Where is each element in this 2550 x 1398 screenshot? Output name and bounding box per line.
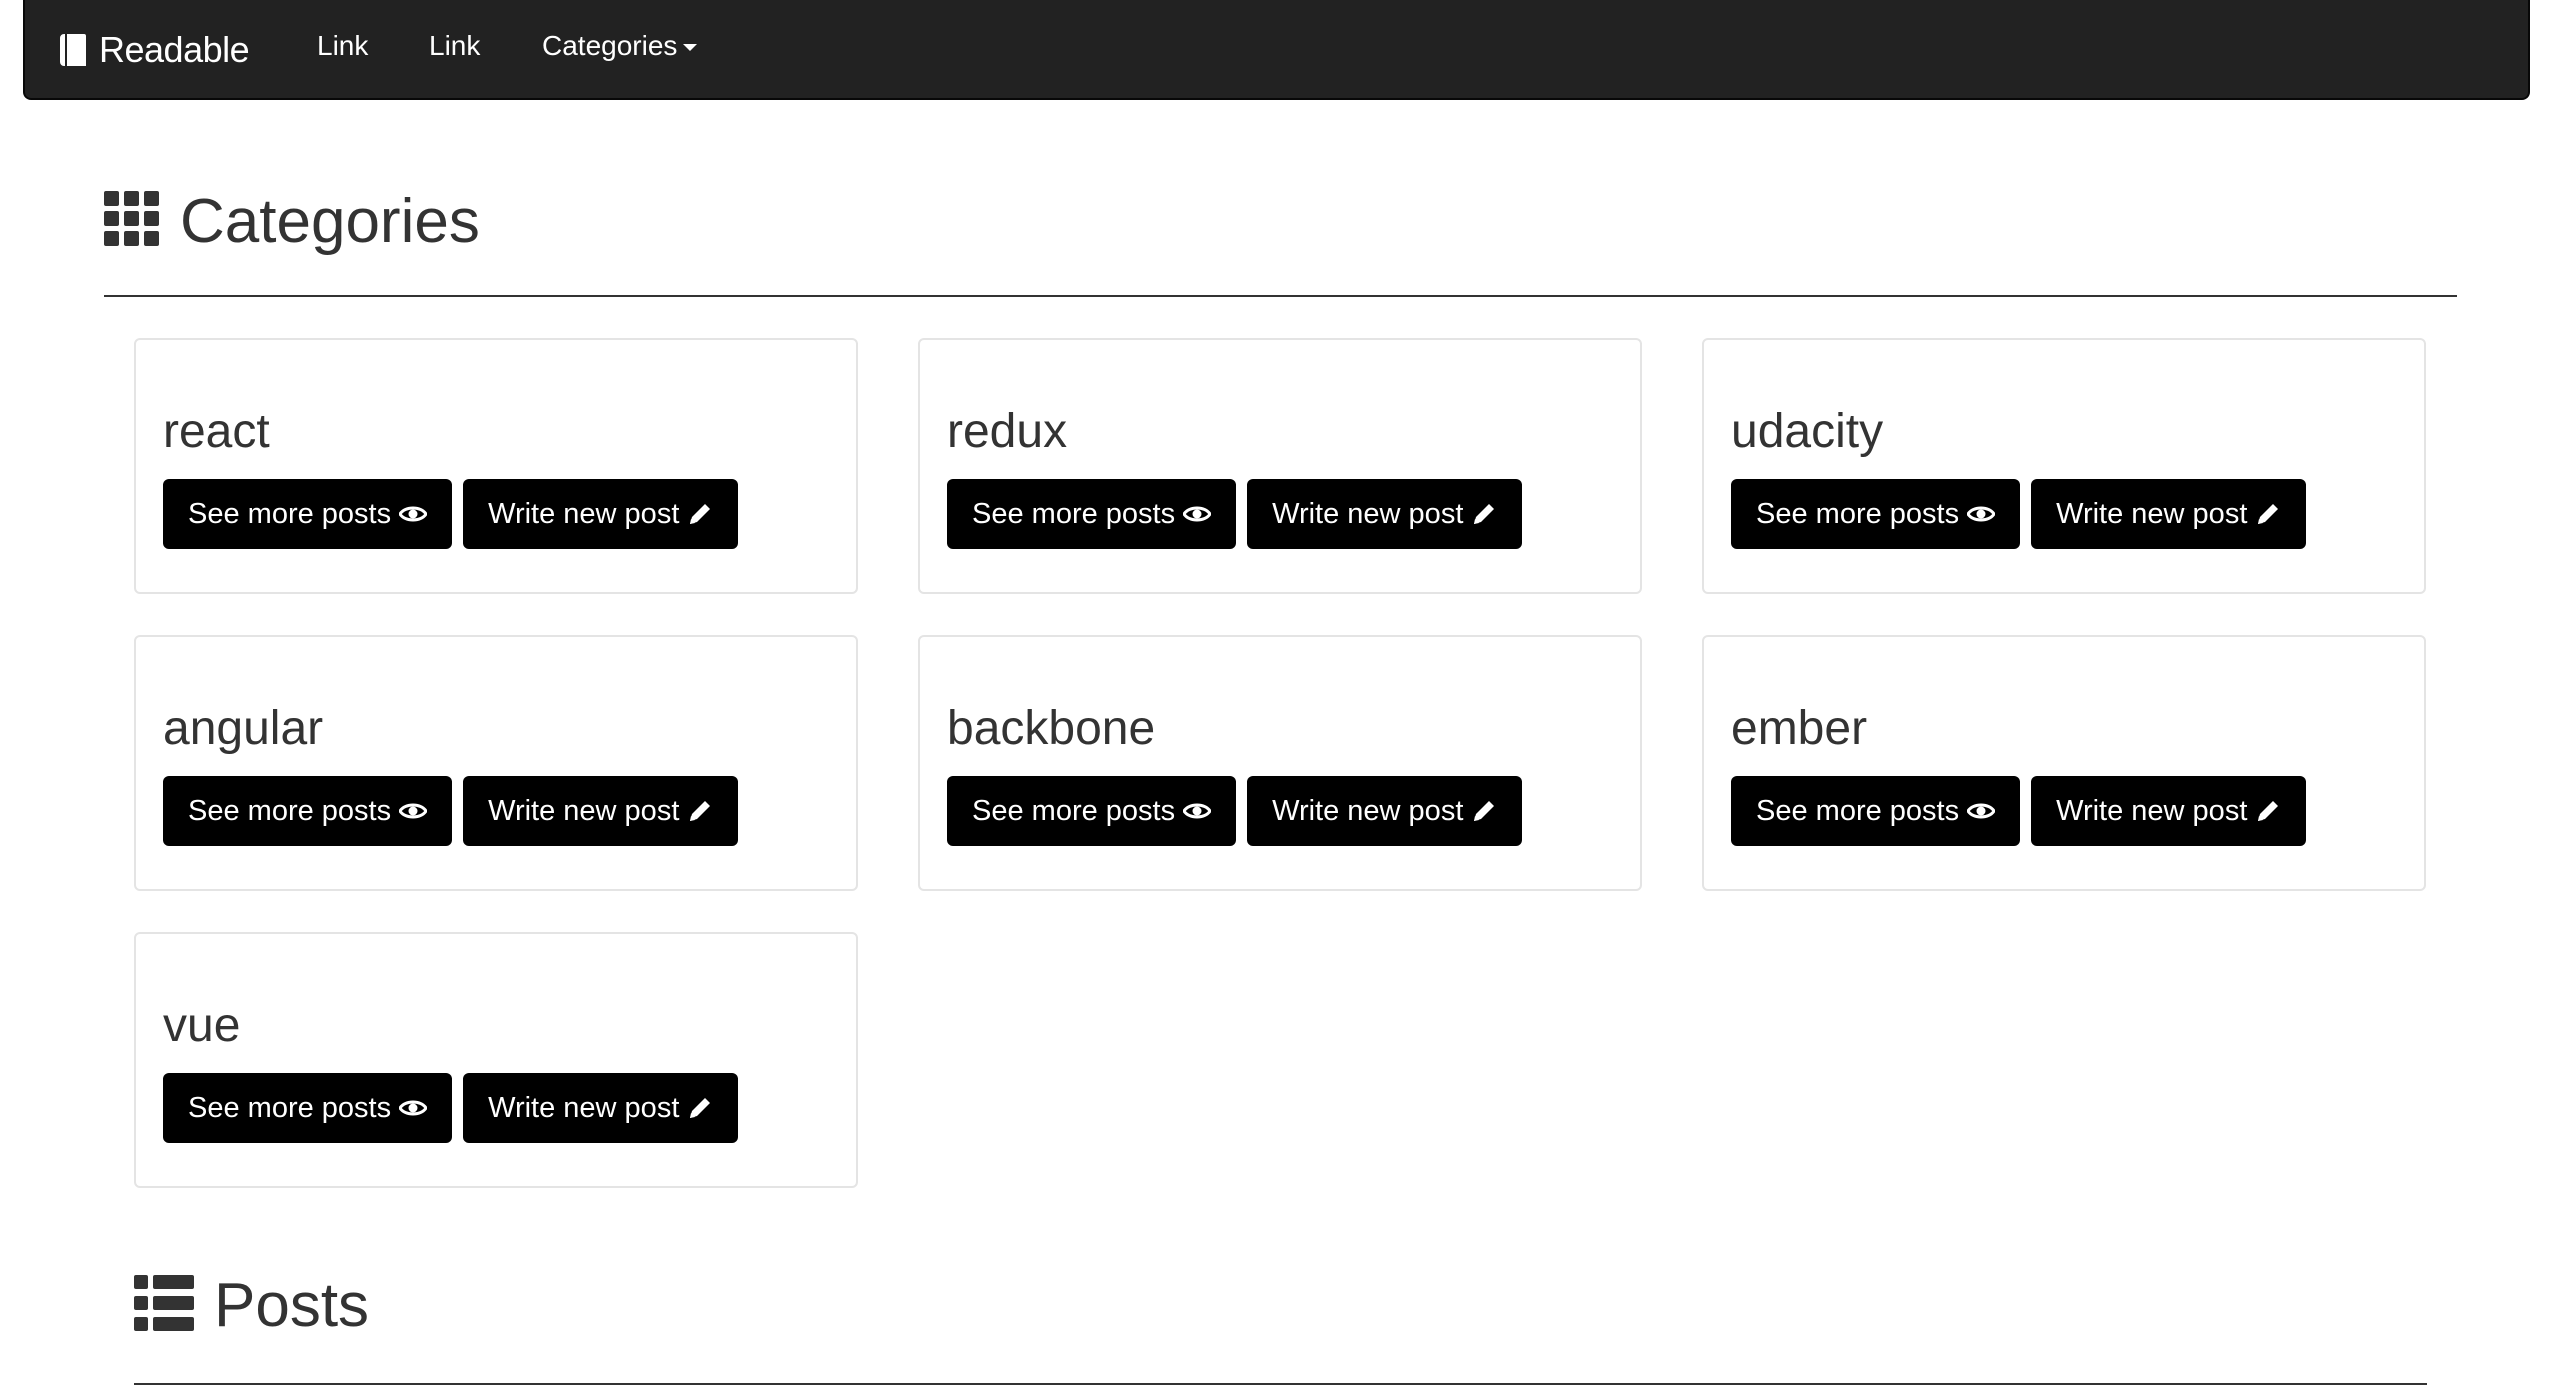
category-card-ember: ember See more posts Write new post <box>1702 635 2426 891</box>
pencil-icon <box>687 1095 713 1121</box>
category-name: backbone <box>947 702 1156 755</box>
brand-link[interactable]: Readable <box>58 24 250 76</box>
categories-dropdown[interactable]: Categories <box>542 30 698 62</box>
posts-header: Posts <box>134 1270 369 1341</box>
see-more-posts-button[interactable]: See more posts <box>163 776 453 846</box>
see-more-posts-label: See more posts <box>972 794 1176 827</box>
category-name: redux <box>947 405 1068 458</box>
eye-icon <box>1967 503 1996 525</box>
categories-divider <box>104 295 2457 297</box>
write-new-post-label: Write new post <box>488 794 680 827</box>
see-more-posts-button[interactable]: See more posts <box>947 776 1237 846</box>
book-icon <box>58 32 90 68</box>
see-more-posts-button[interactable]: See more posts <box>163 1073 453 1143</box>
see-more-posts-button[interactable]: See more posts <box>163 479 453 549</box>
category-name: angular <box>163 702 324 755</box>
write-new-post-button[interactable]: Write new post <box>463 776 739 846</box>
category-name: udacity <box>1731 405 1884 458</box>
grid-icon <box>104 191 160 252</box>
category-name: react <box>163 405 270 458</box>
category-card-redux: redux See more posts Write new post <box>918 338 1642 594</box>
list-icon <box>134 1275 194 1336</box>
categories-header: Categories <box>104 186 480 257</box>
eye-icon <box>399 800 428 822</box>
see-more-posts-label: See more posts <box>188 497 392 530</box>
write-new-post-label: Write new post <box>2056 794 2248 827</box>
write-new-post-label: Write new post <box>1272 497 1464 530</box>
category-card-react: react See more posts Write new post <box>134 338 858 594</box>
write-new-post-label: Write new post <box>2056 497 2248 530</box>
write-new-post-label: Write new post <box>488 1091 680 1124</box>
see-more-posts-label: See more posts <box>1756 497 1960 530</box>
see-more-posts-label: See more posts <box>188 1091 392 1124</box>
write-new-post-button[interactable]: Write new post <box>463 1073 739 1143</box>
nav-link-2[interactable]: Link <box>429 30 480 62</box>
posts-divider <box>134 1383 2427 1385</box>
write-new-post-button[interactable]: Write new post <box>2031 776 2307 846</box>
posts-title: Posts <box>214 1271 370 1340</box>
write-new-post-button[interactable]: Write new post <box>463 479 739 549</box>
category-card-udacity: udacity See more posts Write new post <box>1702 338 2426 594</box>
write-new-post-label: Write new post <box>1272 794 1464 827</box>
write-new-post-label: Write new post <box>488 497 680 530</box>
category-name: vue <box>163 999 241 1052</box>
nav-link-1[interactable]: Link <box>317 30 368 62</box>
caret-down-icon <box>683 44 698 51</box>
eye-icon <box>1183 503 1212 525</box>
see-more-posts-button[interactable]: See more posts <box>1731 479 2021 549</box>
pencil-icon <box>2255 798 2281 824</box>
categories-title: Categories <box>180 187 480 256</box>
see-more-posts-label: See more posts <box>972 497 1176 530</box>
eye-icon <box>399 503 428 525</box>
navbar: Readable Link Link Categories <box>23 0 2530 100</box>
category-card-vue: vue See more posts Write new post <box>134 932 858 1188</box>
pencil-icon <box>687 798 713 824</box>
brand-name: Readable <box>99 29 250 70</box>
see-more-posts-label: See more posts <box>1756 794 1960 827</box>
pencil-icon <box>1471 798 1497 824</box>
see-more-posts-label: See more posts <box>188 794 392 827</box>
eye-icon <box>1183 800 1212 822</box>
write-new-post-button[interactable]: Write new post <box>1247 479 1523 549</box>
category-card-backbone: backbone See more posts Write new post <box>918 635 1642 891</box>
eye-icon <box>399 1097 428 1119</box>
pencil-icon <box>687 501 713 527</box>
see-more-posts-button[interactable]: See more posts <box>947 479 1237 549</box>
write-new-post-button[interactable]: Write new post <box>1247 776 1523 846</box>
pencil-icon <box>2255 501 2281 527</box>
write-new-post-button[interactable]: Write new post <box>2031 479 2307 549</box>
pencil-icon <box>1471 501 1497 527</box>
category-card-angular: angular See more posts Write new post <box>134 635 858 891</box>
eye-icon <box>1967 800 1996 822</box>
see-more-posts-button[interactable]: See more posts <box>1731 776 2021 846</box>
categories-dropdown-label: Categories <box>542 30 678 61</box>
category-name: ember <box>1731 702 1868 755</box>
